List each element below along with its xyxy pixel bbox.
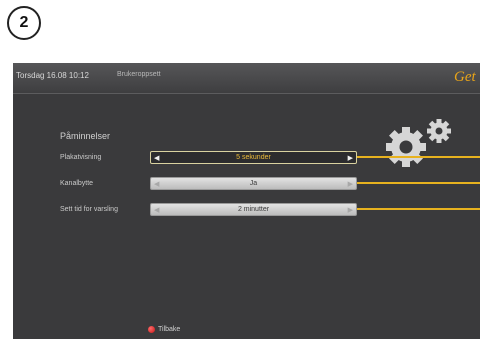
row-label-varsling: Sett tid for varsling xyxy=(60,206,118,213)
red-dot-icon xyxy=(148,326,155,333)
kanalbytte-selector[interactable]: ◀ Ja ▶ xyxy=(150,177,357,190)
datetime: Torsdag 16.08 10:12 xyxy=(16,71,89,80)
brand-logo: Get xyxy=(454,69,476,85)
callout-line xyxy=(357,208,480,210)
varsling-selector[interactable]: ◀ 2 minutter ▶ xyxy=(150,203,357,216)
tv-screen: Torsdag 16.08 10:12 Brukeroppsett Get På… xyxy=(13,63,480,339)
plakatvisning-value: 5 sekunder xyxy=(236,154,271,161)
callout-line xyxy=(357,182,480,184)
back-label: Tilbake xyxy=(158,326,181,333)
arrow-right-icon[interactable]: ▶ xyxy=(348,178,353,189)
arrow-right-icon[interactable]: ▶ xyxy=(348,204,353,215)
section-title: Påminnelser xyxy=(60,131,111,141)
row-label-kanalbytte: Kanalbytte xyxy=(60,180,94,187)
plakatvisning-selector[interactable]: ◀ 5 sekunder ▶ xyxy=(150,151,357,164)
callout-line xyxy=(357,156,480,158)
back-button[interactable]: Tilbake xyxy=(148,326,180,333)
kanalbytte-value: Ja xyxy=(249,180,258,187)
gears-icon xyxy=(379,118,459,172)
top-bar: Torsdag 16.08 10:12 Brukeroppsett Get xyxy=(13,63,480,93)
arrow-right-icon[interactable]: ▶ xyxy=(348,152,353,163)
row-label-plakatvisning: Plakatvisning xyxy=(60,154,102,161)
step-number-badge: 2 xyxy=(7,6,41,40)
divider xyxy=(13,93,480,94)
page-title: Brukeroppsett xyxy=(117,71,161,78)
varsling-value: 2 minutter xyxy=(237,206,270,213)
